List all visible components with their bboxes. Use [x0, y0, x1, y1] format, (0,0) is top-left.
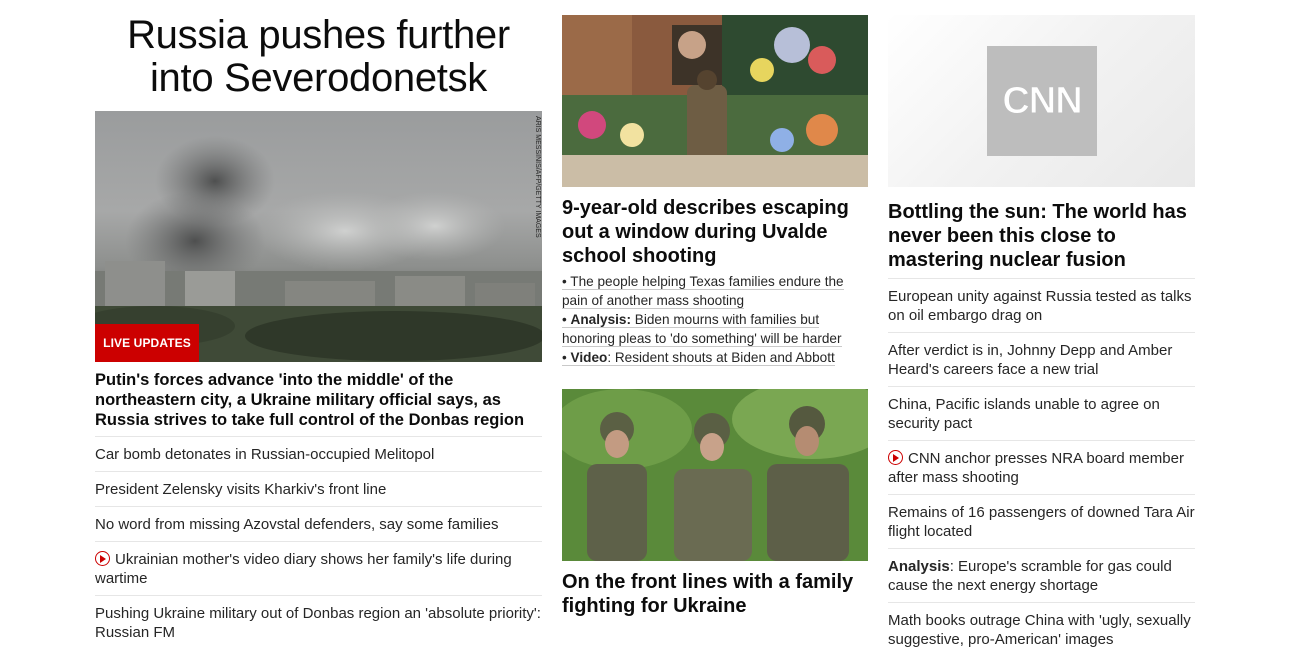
bullet-item[interactable]: • Analysis: Biden mourns with families b… [562, 310, 868, 348]
list-item[interactable]: Analysis: Europe's scramble for gas coul… [888, 548, 1195, 602]
bullet-label: Video [570, 350, 608, 365]
bullet-text[interactable]: : Resident shouts at Biden and Abbott [607, 350, 834, 365]
fusion-related-list: European unity against Russia tested as … [888, 278, 1195, 656]
list-item-text[interactable]: Ukrainian mother's video diary shows her… [95, 551, 512, 587]
image-credit: ARIS MESSINIS/AFP/GETTY IMAGES [534, 116, 541, 238]
list-item[interactable]: European unity against Russia tested as … [888, 278, 1195, 332]
bullet-label: Analysis: [570, 312, 631, 327]
bullet-marker: • [562, 350, 571, 365]
list-item-text[interactable]: After verdict is in, Johnny Depp and Amb… [888, 342, 1172, 378]
list-item[interactable]: President Zelensky visits Kharkiv's fron… [95, 471, 542, 506]
list-item[interactable]: Remains of 16 passengers of downed Tara … [888, 494, 1195, 548]
fusion-headline[interactable]: Bottling the sun: The world has never be… [888, 200, 1195, 272]
bullet-marker: • [562, 312, 571, 327]
uvalde-memorial-photo[interactable] [562, 15, 868, 187]
front-lines-headline[interactable]: On the front lines with a family fightin… [562, 570, 868, 618]
list-item[interactable]: Pushing Ukraine military out of Donbas r… [95, 595, 542, 649]
bullet-item[interactable]: • The people helping Texas families endu… [562, 272, 868, 310]
list-item[interactable]: China, Pacific islands unable to agree o… [888, 386, 1195, 440]
bullet-text[interactable]: The people helping Texas families endure… [562, 274, 844, 308]
bullet-item[interactable]: • Video: Resident shouts at Biden and Ab… [562, 348, 868, 367]
uvalde-related-bullets: • The people helping Texas families endu… [562, 272, 868, 367]
cnn-logo: CNN [987, 46, 1097, 156]
main-story-related-list: Car bomb detonates in Russian-occupied M… [95, 436, 542, 649]
list-item[interactable]: Math books outrage China with 'ugly, sex… [888, 602, 1195, 656]
banner-headline[interactable]: Russia pushes further into Severodonetsk [95, 14, 542, 100]
list-item[interactable]: CNN anchor presses NRA board member afte… [888, 440, 1195, 494]
video-play-icon [888, 450, 903, 465]
uvalde-headline[interactable]: 9-year-old describes escaping out a wind… [562, 196, 868, 268]
list-item-text[interactable]: Math books outrage China with 'ugly, sex… [888, 612, 1191, 648]
list-item-label: Analysis [888, 558, 950, 575]
list-item-text[interactable]: CNN anchor presses NRA board member afte… [888, 450, 1184, 486]
cnn-logo-text: CNN [1002, 79, 1083, 122]
list-item-text[interactable]: European unity against Russia tested as … [888, 288, 1192, 324]
live-updates-badge[interactable]: LIVE UPDATES [95, 324, 199, 362]
list-item-text[interactable]: China, Pacific islands unable to agree o… [888, 396, 1160, 432]
list-item[interactable]: No word from missing Azovstal defenders,… [95, 506, 542, 541]
list-item[interactable]: After verdict is in, Johnny Depp and Amb… [888, 332, 1195, 386]
list-item-text[interactable]: Pushing Ukraine military out of Donbas r… [95, 605, 541, 641]
front-lines-family-photo[interactable] [562, 389, 868, 561]
list-item[interactable]: Ukrainian mother's video diary shows her… [95, 541, 542, 595]
list-item-text[interactable]: Car bomb detonates in Russian-occupied M… [95, 446, 434, 463]
list-item-text[interactable]: Remains of 16 passengers of downed Tara … [888, 504, 1195, 540]
list-item-text[interactable]: President Zelensky visits Kharkiv's fron… [95, 481, 386, 498]
video-play-icon [95, 551, 110, 566]
list-item-text[interactable]: No word from missing Azovstal defenders,… [95, 516, 498, 533]
list-item[interactable]: Car bomb detonates in Russian-occupied M… [95, 436, 542, 471]
main-story-headline[interactable]: Putin's forces advance 'into the middle'… [95, 370, 542, 430]
